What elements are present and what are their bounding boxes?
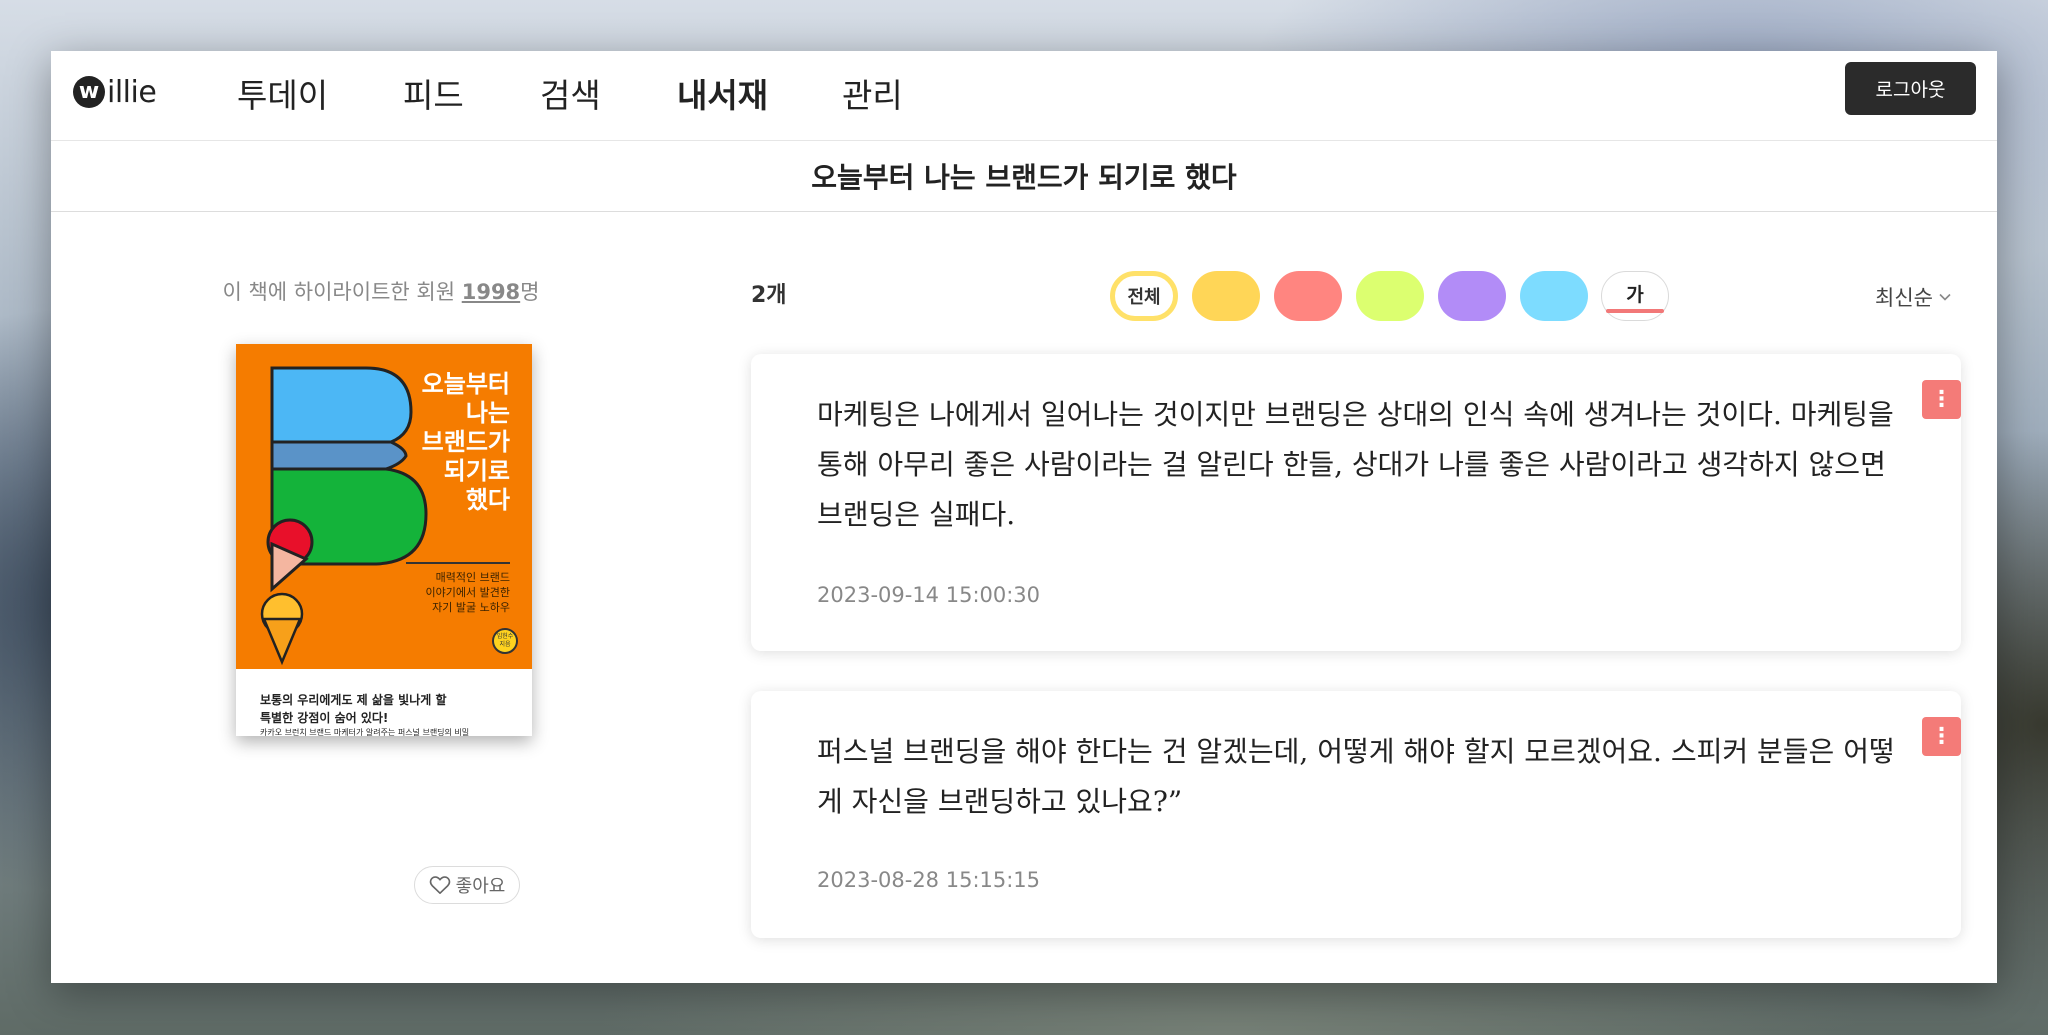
highlight-member-count: 이 책에 하이라이트한 회원 1998명 [51,276,711,306]
nav-search[interactable]: 검색 [540,69,601,117]
underline-filter-label: 가 [1626,283,1644,306]
book-title-bar: 오늘부터 나는 브랜드가 되기로 했다 [51,141,1997,212]
logo-mark: w [73,76,105,108]
book-info-panel: 이 책에 하이라이트한 회원 1998명 오늘부터 나는 브랜드가 되기로 했다… [51,212,711,982]
cover-author-badge: 임헌수 지음 [492,628,518,654]
more-vertical-icon: ⋮ [1930,723,1953,749]
more-vertical-icon: ⋮ [1930,386,1953,412]
filter-underline-button[interactable]: 가 [1601,271,1669,321]
highlight-count-label: 2개 [751,283,787,308]
heart-icon [429,876,450,894]
highlight-card: 마케팅은 나에게서 일어나는 것이지만 브랜딩은 상대의 인식 속에 생겨나는 … [751,354,1961,651]
card-menu-button[interactable]: ⋮ [1922,380,1961,419]
logo-text: illie [107,74,157,110]
page-title: 오늘부터 나는 브랜드가 되기로 했다 [811,161,1237,194]
nav-manage[interactable]: 관리 [842,69,903,117]
like-button[interactable]: 좋아요 [414,866,520,904]
highlight-text[interactable]: 퍼스널 브랜딩을 해야 한다는 건 알겠는데, 어떻게 해야 할지 모르겠어요.… [817,727,1917,827]
cover-blurb: 보통의 우리에게도 제 삶을 빛나게 할 특별한 강점이 숨어 있다! [260,691,447,727]
highlight-card: 퍼스널 브랜딩을 해야 한다는 건 알겠는데, 어떻게 해야 할지 모르겠어요.… [751,691,1961,938]
highlight-count-number[interactable]: 1998 [462,280,520,304]
filter-purple-button[interactable] [1438,271,1506,321]
cover-blurb-line1: 보통의 우리에게도 제 삶을 빛나게 할 [260,693,447,707]
filter-sky-button[interactable] [1520,271,1588,321]
filter-all-button[interactable]: 전체 [1110,271,1178,321]
nav-my-library[interactable]: 내서재 [677,69,768,117]
like-label: 좋아요 [455,876,506,897]
highlight-count-suffix: 명 [520,280,540,304]
cover-art: 오늘부터 나는 브랜드가 되기로 했다 매력적인 브랜드 이야기에서 발견한 자… [236,344,532,669]
sort-label: 최신순 [1875,286,1933,310]
highlight-date: 2023-09-14 15:00:30 [817,583,1041,607]
willie-logo[interactable]: w illie [73,67,157,117]
app-window: w illie 투데이 피드 검색 내서재 관리 로그아웃 오늘부터 나는 브랜… [51,51,1997,983]
cover-subtitle: 매력적인 브랜드 이야기에서 발견한 자기 발굴 노하우 [425,571,510,614]
highlight-toolbar: 2개 전체 가 최신순 [751,212,1971,321]
highlight-date: 2023-08-28 15:15:15 [817,868,1041,892]
cover-blurb-line3: 카카오 브런치 브랜드 마케터가 알려주는 퍼스널 브랜딩의 비밀 [260,728,470,736]
book-cover[interactable]: 오늘부터 나는 브랜드가 되기로 했다 매력적인 브랜드 이야기에서 발견한 자… [236,344,532,736]
card-menu-button[interactable]: ⋮ [1922,717,1961,756]
chevron-down-icon [1939,293,1951,301]
nav-feed[interactable]: 피드 [403,69,464,117]
filter-yellow-button[interactable] [1192,271,1260,321]
cover-divider [406,562,510,564]
cover-blurb-line2: 특별한 강점이 숨어 있다! [260,711,389,725]
underline-swatch [1606,308,1664,313]
cover-blurb-area: 보통의 우리에게도 제 삶을 빛나게 할 특별한 강점이 숨어 있다! 카카오 … [236,669,532,736]
highlight-text[interactable]: 마케팅은 나에게서 일어나는 것이지만 브랜딩은 상대의 인식 속에 생겨나는 … [817,390,1917,540]
logout-button[interactable]: 로그아웃 [1845,62,1976,115]
highlight-count-prefix: 이 책에 하이라이트한 회원 [222,280,462,304]
filter-lime-button[interactable] [1356,271,1424,321]
nav-today[interactable]: 투데이 [237,69,328,117]
filter-red-button[interactable] [1274,271,1342,321]
sort-select[interactable]: 최신순 [1875,282,1951,312]
top-navbar: w illie 투데이 피드 검색 내서재 관리 로그아웃 [51,51,1997,141]
cover-title: 오늘부터 나는 브랜드가 되기로 했다 [421,370,510,514]
